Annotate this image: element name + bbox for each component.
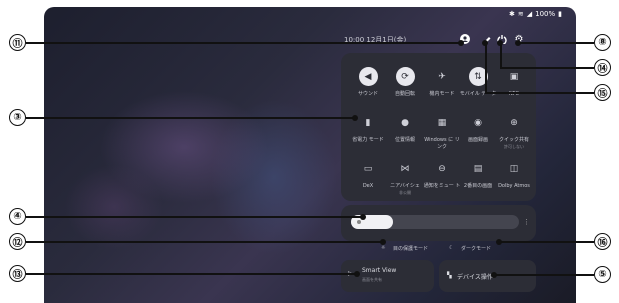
tile-label: クイック共有 xyxy=(498,137,529,143)
mute-icon: ⊖ xyxy=(438,163,446,174)
callout-12: ⑫ xyxy=(9,233,26,250)
nfc-icon: ▣ xyxy=(509,71,519,82)
callout-dot-11 xyxy=(458,40,464,46)
callout-dot-12 xyxy=(380,239,386,245)
dex-icon: ▭ xyxy=(363,163,373,174)
battery-text: 100% xyxy=(535,10,556,18)
grid-icon: ▚ xyxy=(447,272,452,279)
callout-line-4 xyxy=(26,216,364,218)
tile-nearby-share[interactable]: ⋈ ニアバイシェ 非公開 xyxy=(385,159,425,196)
sound-icon: ◀ xyxy=(358,67,378,86)
callout-14: ⑭ xyxy=(594,59,611,76)
tile-label: サウンド xyxy=(357,91,378,97)
callout-line-5 xyxy=(495,274,594,276)
brightness-icon xyxy=(357,220,361,224)
bluetooth-icon: ✱ xyxy=(508,10,515,18)
tile-label: 通知をミュー ト xyxy=(423,183,461,189)
screen-record-icon: ◉ xyxy=(474,117,482,128)
wifi-icon: ≋ xyxy=(517,10,524,18)
tile-sublabel: 非公開 xyxy=(399,189,411,195)
tile-label: 位置情報 xyxy=(394,137,415,143)
callout-line-3 xyxy=(26,117,356,119)
battery-saver-icon: ▮ xyxy=(365,117,371,128)
status-bar: ✱ ≋ ◢ 100% ▮ xyxy=(509,10,562,18)
device-control-label: デバイス操作 xyxy=(457,274,493,281)
tile-label: Dolby Atmos xyxy=(498,183,530,189)
callout-vline-15 xyxy=(485,44,487,93)
tile-label: DeX xyxy=(362,183,374,189)
callout-line-11 xyxy=(26,42,463,44)
callout-line-16 xyxy=(500,241,594,243)
callout-16: ⑯ xyxy=(594,233,611,250)
rotate-icon: ⟳ xyxy=(395,67,415,86)
tile-location[interactable]: ● 位置情報 xyxy=(385,113,425,144)
tile-airplane[interactable]: ✈ 機内モード xyxy=(422,67,462,98)
second-screen-icon: ▤ xyxy=(473,163,483,174)
tile-label: 省電力 モード xyxy=(352,137,384,143)
tile-windows-link[interactable]: ▦ Windows に リンク xyxy=(422,113,462,150)
smart-view-subtitle: 画面を共有 xyxy=(362,277,382,282)
callout-vline-14 xyxy=(500,44,502,68)
callout-dot-14 xyxy=(497,40,503,46)
callout-5: ⑤ xyxy=(594,266,611,283)
tile-label: ニアバイシェ xyxy=(390,183,420,189)
callout-4: ④ xyxy=(9,208,26,225)
tile-label: 画面録画 xyxy=(467,137,488,143)
dark-mode-icon[interactable]: ☾ xyxy=(449,245,453,251)
callout-line-13 xyxy=(26,273,358,275)
more-options-icon[interactable]: ⋮ xyxy=(523,218,530,226)
callout-8: ⑧ xyxy=(594,34,611,51)
tile-mute-notifications[interactable]: ⊖ 通知をミュー ト xyxy=(422,159,462,190)
tile-dolby-atmos[interactable]: ◫ Dolby Atmos xyxy=(494,159,534,190)
smart-view-title: Smart View xyxy=(362,267,397,274)
callout-dot-4 xyxy=(360,214,366,220)
callout-dot-15 xyxy=(482,40,488,46)
eye-comfort-icon[interactable]: ☼ xyxy=(381,245,385,251)
tile-label: 自動回転 xyxy=(394,91,415,97)
callout-line-14 xyxy=(500,67,594,69)
callout-dot-13 xyxy=(354,271,360,277)
tile-sublabel: 許可しない xyxy=(504,143,524,149)
tile-label: Windows に リンク xyxy=(424,137,460,150)
callout-line-15 xyxy=(485,92,594,94)
quick-share-icon: ⊕ xyxy=(510,117,518,128)
callout-dot-3 xyxy=(352,115,358,121)
tile-dex[interactable]: ▭ DeX xyxy=(348,159,388,190)
quick-settings-panel: ◀ サウンド ⟳ 自動回転 ✈ 機内モード ⇅ モバイル データ ▣ NFC ▮… xyxy=(341,53,536,201)
callout-line-12 xyxy=(26,241,384,243)
tile-label: 機内モード xyxy=(429,91,455,97)
signal-icon: ◢ xyxy=(526,10,533,18)
brightness-panel: ⋮ xyxy=(341,205,536,241)
dolby-icon: ◫ xyxy=(509,163,519,174)
callout-dot-8 xyxy=(515,40,521,46)
tile-quick-share[interactable]: ⊕ クイック共有 許可しない xyxy=(494,113,534,150)
airplane-icon: ✈ xyxy=(438,71,446,82)
nearby-share-icon: ⋈ xyxy=(400,163,410,174)
callout-dot-16 xyxy=(496,239,502,245)
tile-auto-rotate[interactable]: ⟳ 自動回転 xyxy=(385,67,425,98)
dark-mode-label[interactable]: ダークモード xyxy=(461,245,491,252)
callout-dot-5 xyxy=(491,272,497,278)
tile-screen-record[interactable]: ◉ 画面録画 xyxy=(458,113,498,144)
device-control-button[interactable]: ▚ デバイス操作 xyxy=(439,260,536,292)
callout-line-8 xyxy=(518,42,594,44)
windows-link-icon: ▦ xyxy=(437,117,447,128)
callout-15: ⑮ xyxy=(594,84,611,101)
tablet-screen: ✱ ≋ ◢ 100% ▮ 10:00 12月1日(金) ⚙ ◀ サウンド ⟳ 自… xyxy=(44,7,576,303)
callout-3: ③ xyxy=(9,109,26,126)
tile-label: 2番目の画面 xyxy=(463,183,493,189)
tile-second-screen[interactable]: ▤ 2番目の画面 xyxy=(458,159,498,190)
brightness-slider[interactable] xyxy=(351,215,519,229)
callout-11: ⑪ xyxy=(9,34,26,51)
eye-comfort-label[interactable]: 目の保護モード xyxy=(393,245,428,252)
location-icon: ● xyxy=(401,117,409,128)
battery-icon: ▮ xyxy=(558,10,562,18)
callout-13: ⑬ xyxy=(9,265,26,282)
tile-sound[interactable]: ◀ サウンド xyxy=(348,67,388,98)
